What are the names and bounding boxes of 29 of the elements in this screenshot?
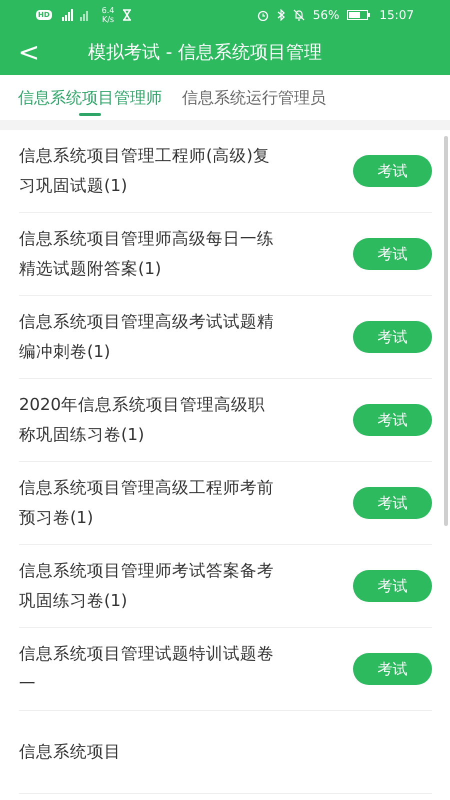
exam-title: 信息系统项目管理师高级每日一练精选试题附答案(1) <box>19 228 275 280</box>
scrollbar[interactable] <box>444 136 448 526</box>
back-button[interactable]: < <box>18 40 58 66</box>
exam-button[interactable]: 考试 <box>353 155 432 187</box>
speed-unit: K/s <box>102 15 114 24</box>
exam-button[interactable]: 考试 <box>353 238 432 270</box>
exam-title: 信息系统项目管理高级考试试题精编冲刺卷(1) <box>19 311 275 363</box>
battery-icon <box>347 9 372 21</box>
exam-button[interactable]: 考试 <box>353 321 432 353</box>
exam-title: 信息系统项目管理工程师(高级)复习巩固试题(1) <box>19 145 271 197</box>
exam-button[interactable]: 考试 <box>353 404 432 436</box>
exam-button[interactable]: 考试 <box>353 570 432 602</box>
hourglass-icon <box>122 9 132 21</box>
speed-value: 6.4 <box>102 6 114 15</box>
category-tab[interactable]: 信息系统运行管理员 <box>182 75 326 120</box>
page-title: 模拟考试 - 信息系统项目管理 <box>88 41 322 65</box>
battery-percent: 56% <box>312 7 340 24</box>
exam-title: 2020年信息系统项目管理高级职称巩固练习卷(1) <box>19 394 266 446</box>
exam-title: 信息系统项目 <box>19 741 122 763</box>
bell-off-icon <box>292 9 305 21</box>
alarm-icon <box>256 9 269 21</box>
category-tab[interactable]: 信息系统项目管理师 <box>18 75 162 120</box>
exam-title: 信息系统项目管理试题特训试题卷一 <box>19 643 275 695</box>
bluetooth-icon <box>276 9 285 21</box>
exam-title: 信息系统项目管理高级工程师考前预习卷(1) <box>19 477 275 529</box>
clock-time: 15:07 <box>379 7 414 24</box>
exam-title: 信息系统项目管理师考试答案备考巩固练习卷(1) <box>19 560 275 612</box>
exam-button[interactable]: 考试 <box>353 487 432 519</box>
exam-button[interactable]: 考试 <box>353 653 432 685</box>
